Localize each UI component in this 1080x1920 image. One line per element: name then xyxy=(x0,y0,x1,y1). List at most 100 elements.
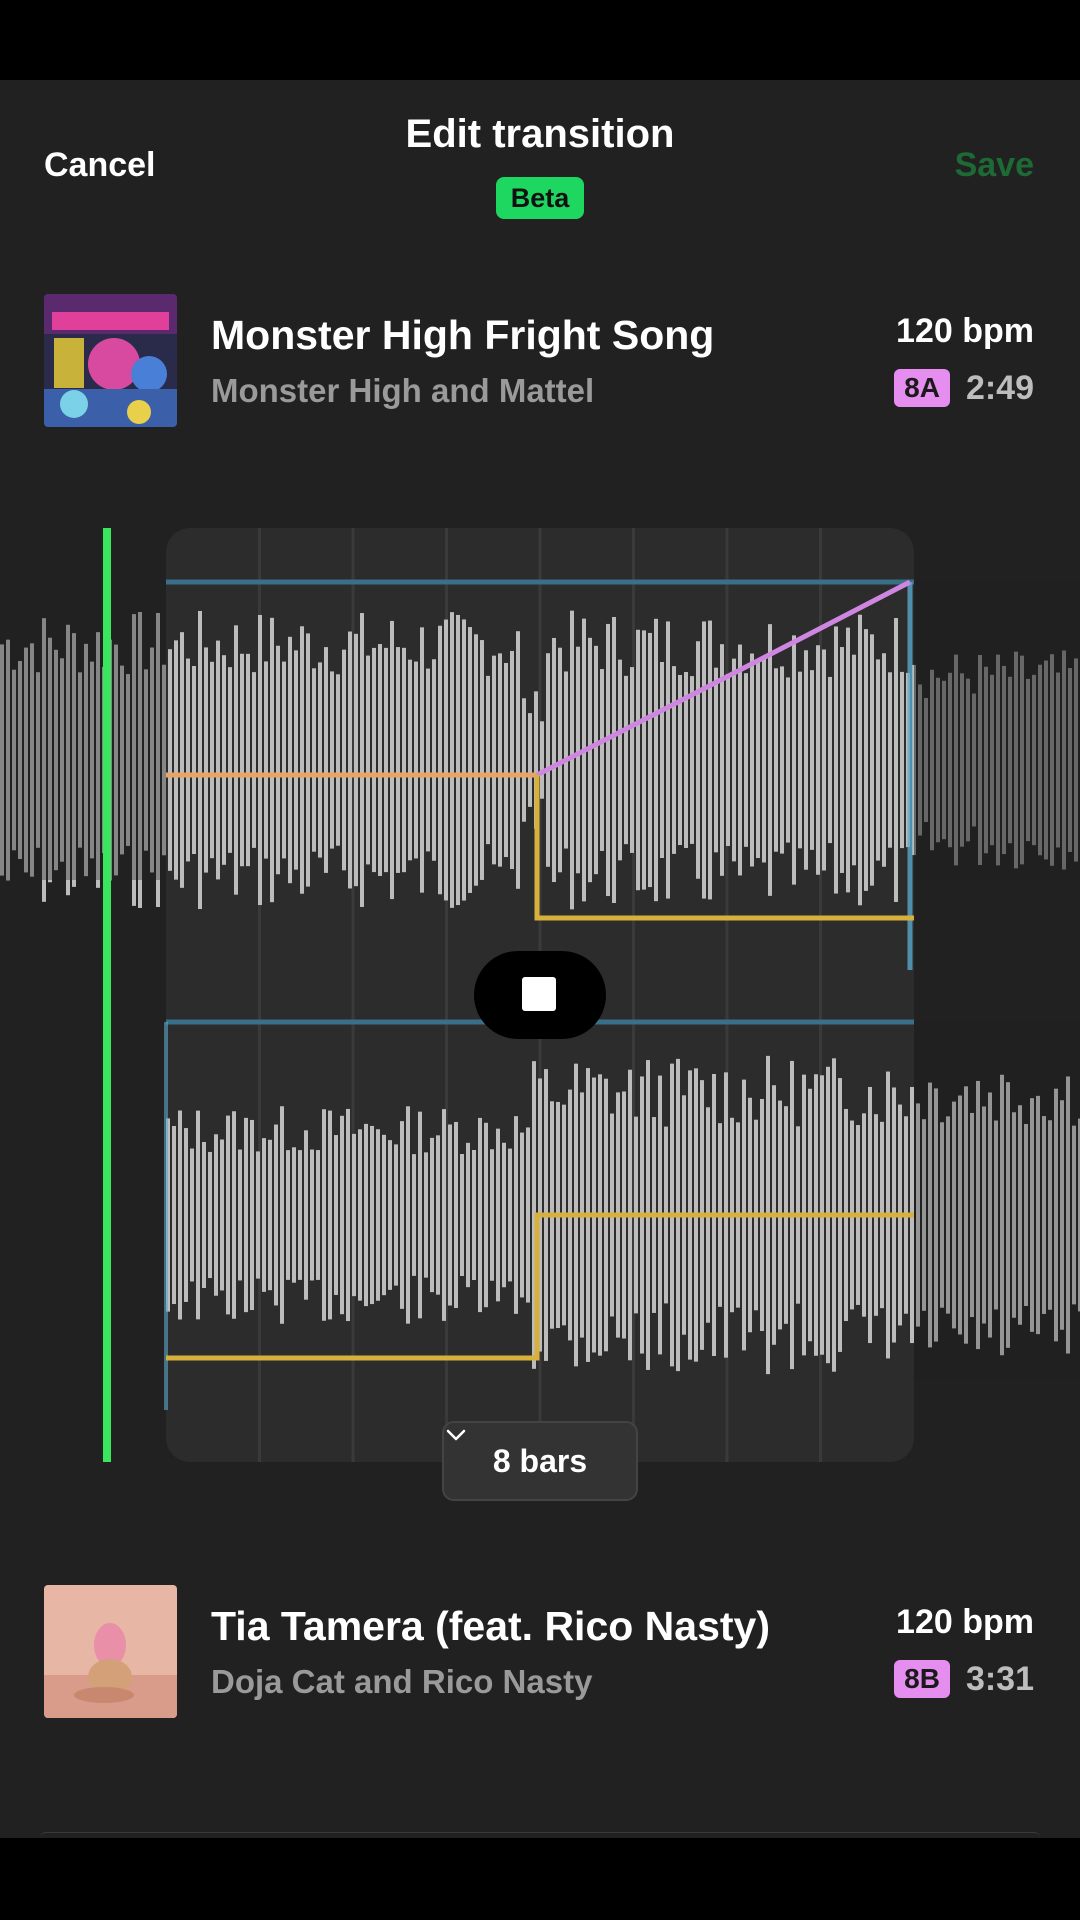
track-out-waveform-bar xyxy=(180,632,184,888)
track-out-waveform-bar xyxy=(282,661,286,859)
save-button[interactable]: Save xyxy=(955,146,1034,185)
track-in-row[interactable]: Tia Tamera (feat. Rico Nasty) Doja Cat a… xyxy=(0,1585,1080,1719)
beta-badge: Beta xyxy=(496,177,584,219)
track-out-waveform-bar xyxy=(414,661,418,859)
track-out-waveform-bar xyxy=(438,625,442,895)
track-out-waveform-bar xyxy=(468,627,472,893)
track-in-waveform-bar xyxy=(334,1135,338,1295)
track-out-waveform-bar xyxy=(822,649,826,871)
bars-length-dropdown[interactable]: 8 bars xyxy=(442,1421,638,1501)
track-out-waveform-bar xyxy=(828,676,832,844)
track-in-waveform-bar xyxy=(460,1154,464,1276)
track-in-waveform-bar xyxy=(526,1127,530,1303)
track-in-waveform-bar xyxy=(418,1111,422,1319)
track-out-waveform-bar xyxy=(522,698,526,822)
album-art-monster-high xyxy=(44,294,177,427)
track-in-waveform-bar xyxy=(214,1134,218,1296)
track-out-waveform-bar xyxy=(258,614,262,906)
track-in-waveform-bar xyxy=(304,1130,308,1300)
track-in-bpm: 120 bpm xyxy=(896,1603,1034,1641)
waveform-shade-left xyxy=(0,580,166,880)
track-out-waveform-bar xyxy=(540,721,544,799)
waveform-shade-right xyxy=(914,580,1080,880)
track-out-waveform-bar xyxy=(816,645,820,875)
track-out-waveform-bar xyxy=(750,653,754,867)
album-art-doja-cat xyxy=(44,1585,177,1718)
track-out-title: Monster High Fright Song xyxy=(211,312,715,358)
track-in-waveform-bar xyxy=(478,1117,482,1313)
track-out-waveform-bar xyxy=(354,633,358,887)
track-out-waveform-bar xyxy=(660,661,664,859)
track-in-waveform-bar xyxy=(400,1121,404,1309)
track-in-waveform-bar xyxy=(280,1106,284,1324)
track-out-waveform-bar xyxy=(366,655,370,865)
track-out-waveform-bar xyxy=(294,650,298,870)
track-out-waveform-bar xyxy=(708,620,712,900)
playhead[interactable] xyxy=(103,528,111,1462)
transition-editor[interactable]: 8 bars xyxy=(0,520,1080,1501)
track-in-waveform-bar xyxy=(412,1154,416,1276)
bars-length-label: 8 bars xyxy=(492,1442,588,1479)
track-out-waveform-bar xyxy=(300,626,304,894)
track-in-waveform-bar xyxy=(220,1139,224,1291)
track-out-waveform-bar xyxy=(600,669,604,851)
track-out-waveform-bar xyxy=(546,653,550,867)
track-in-waveform-bar xyxy=(442,1109,446,1321)
track-out-waveform-bar xyxy=(234,625,238,895)
track-out-waveform-bar xyxy=(528,713,532,807)
track-out-waveform-bar xyxy=(306,633,310,887)
track-in-waveform-bar xyxy=(238,1149,242,1281)
track-out-waveform-bar xyxy=(402,647,406,873)
track-out-waveform-bar xyxy=(240,653,244,867)
track-out-waveform-bar xyxy=(270,617,274,903)
track-out-waveform-bar xyxy=(336,674,340,846)
track-out-row[interactable]: Monster High Fright Song Monster High an… xyxy=(0,294,1080,428)
track-out-waveform-bar xyxy=(426,668,430,852)
track-in-artist: Doja Cat and Rico Nasty xyxy=(211,1663,593,1700)
track-out-waveform-bar xyxy=(492,655,496,865)
track-out-waveform-bar xyxy=(228,667,232,853)
track-in-waveform-bar xyxy=(436,1135,440,1295)
track-out-waveform-bar xyxy=(474,634,478,886)
track-in-waveform-bar xyxy=(286,1150,290,1280)
track-in-waveform-bar xyxy=(178,1110,182,1320)
track-out-waveform-bar xyxy=(888,672,892,848)
track-out-waveform-bar xyxy=(714,667,718,853)
track-out-waveform-bar xyxy=(900,671,904,849)
track-in-waveform-bar xyxy=(196,1110,200,1320)
track-in-waveform-bar xyxy=(250,1119,254,1311)
track-out-bpm: 120 bpm xyxy=(896,312,1034,350)
track-out-waveform-bar xyxy=(330,671,334,849)
track-out-waveform-bar xyxy=(624,675,628,845)
track-in-waveform-bar xyxy=(232,1111,236,1319)
track-out-waveform-bar xyxy=(726,673,730,847)
track-out-waveform-bar xyxy=(264,661,268,859)
track-in-waveform-bar xyxy=(502,1142,506,1288)
track-in-key-badge: 8B xyxy=(894,1660,950,1698)
track-out-waveform-bar xyxy=(672,666,676,854)
track-out-waveform-bar xyxy=(804,650,808,870)
track-in-waveform-bar xyxy=(268,1139,272,1291)
track-out-waveform-bar xyxy=(192,665,196,855)
track-in-waveform-bar xyxy=(244,1117,248,1313)
track-in-waveform-bar xyxy=(208,1151,212,1279)
chevron-down-icon xyxy=(446,1429,466,1441)
stop-button[interactable] xyxy=(474,951,606,1039)
track-out-waveform-bar xyxy=(810,670,814,850)
track-out-artist: Monster High and Mattel xyxy=(211,372,595,409)
track-in-waveform-bar xyxy=(262,1138,266,1292)
track-in-meta: 8B 3:31 xyxy=(894,1659,1034,1699)
track-out-waveform-bar xyxy=(462,619,466,901)
track-out-waveform-bar xyxy=(186,658,190,862)
track-out-waveform-bar xyxy=(480,640,484,880)
track-out-waveform-bar xyxy=(894,618,898,902)
track-in-title: Tia Tamera (feat. Rico Nasty) xyxy=(211,1603,771,1649)
track-in-waveform-bar xyxy=(472,1149,476,1281)
track-out-waveform-bar xyxy=(210,661,214,859)
track-in-waveform-bar xyxy=(184,1128,188,1302)
track-out-waveform-bar xyxy=(222,655,226,865)
track-out-waveform-bar xyxy=(168,649,172,871)
track-in-waveform-bar xyxy=(424,1152,428,1278)
track-out-waveform-bar xyxy=(630,667,634,853)
track-in-waveform-bar xyxy=(352,1133,356,1297)
